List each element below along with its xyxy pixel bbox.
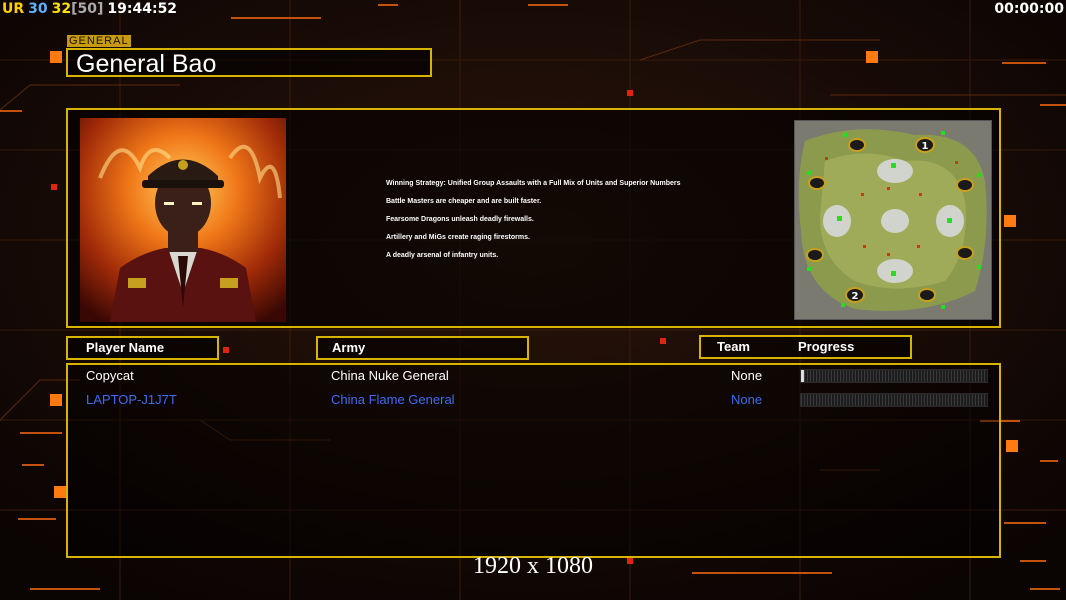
fps-value: 30 bbox=[28, 1, 48, 17]
strategy-text: Winning Strategy: Unified Group Assaults… bbox=[386, 180, 680, 270]
player-team: None bbox=[731, 392, 763, 407]
army-header: Army bbox=[316, 336, 529, 360]
fps-counter: UR 30 32[50] 19:44:52 bbox=[2, 1, 181, 17]
player-name-header-label: Player Name bbox=[86, 340, 165, 355]
player-list: Copycat China Nuke General None LAPTOP-J… bbox=[66, 363, 1001, 558]
player-name: Copycat bbox=[86, 368, 134, 383]
start-position-2: 2 bbox=[852, 291, 859, 302]
progress-fill bbox=[801, 370, 804, 382]
start-position-1: 1 bbox=[922, 141, 929, 152]
strategy-line: Artillery and MiGs create raging firesto… bbox=[386, 234, 530, 241]
game-timer: 00:00:00 bbox=[994, 1, 1064, 17]
progress-header-label: Progress bbox=[798, 339, 855, 354]
player-army: China Flame General bbox=[331, 392, 455, 407]
player-name-header: Player Name bbox=[66, 336, 219, 360]
resolution-label: 1920 x 1080 bbox=[473, 553, 593, 579]
ur-label: UR bbox=[2, 1, 25, 17]
player-row: Copycat China Nuke General None bbox=[68, 366, 999, 386]
strategy-line: A deadly arsenal of infantry units. bbox=[386, 252, 499, 259]
strategy-line: Battle Masters are cheaper and are built… bbox=[386, 198, 542, 205]
logic-fps-cap: [50] bbox=[71, 1, 104, 17]
player-row: LAPTOP-J1J7T China Flame General None bbox=[68, 390, 999, 410]
logic-fps-value: 32 bbox=[51, 1, 72, 17]
player-army: China Nuke General bbox=[331, 368, 449, 383]
army-header-label: Army bbox=[332, 340, 366, 355]
general-name: General Bao bbox=[66, 48, 432, 78]
team-progress-header: Team Progress bbox=[699, 335, 912, 359]
map-preview: 1 2 bbox=[794, 120, 992, 320]
player-name: LAPTOP-J1J7T bbox=[86, 392, 177, 407]
general-tag: GENERAL bbox=[67, 35, 131, 47]
general-info-panel: Winning Strategy: Unified Group Assaults… bbox=[66, 108, 1001, 328]
system-clock: 19:44:52 bbox=[107, 1, 178, 17]
strategy-line: Fearsome Dragons unleash deadly firewall… bbox=[386, 216, 534, 223]
strategy-line: Winning Strategy: Unified Group Assaults… bbox=[386, 180, 681, 187]
progress-bar bbox=[800, 369, 988, 383]
general-portrait bbox=[80, 118, 286, 322]
team-header-label: Team bbox=[717, 339, 750, 354]
player-team: None bbox=[731, 368, 763, 383]
progress-bar bbox=[800, 393, 988, 407]
